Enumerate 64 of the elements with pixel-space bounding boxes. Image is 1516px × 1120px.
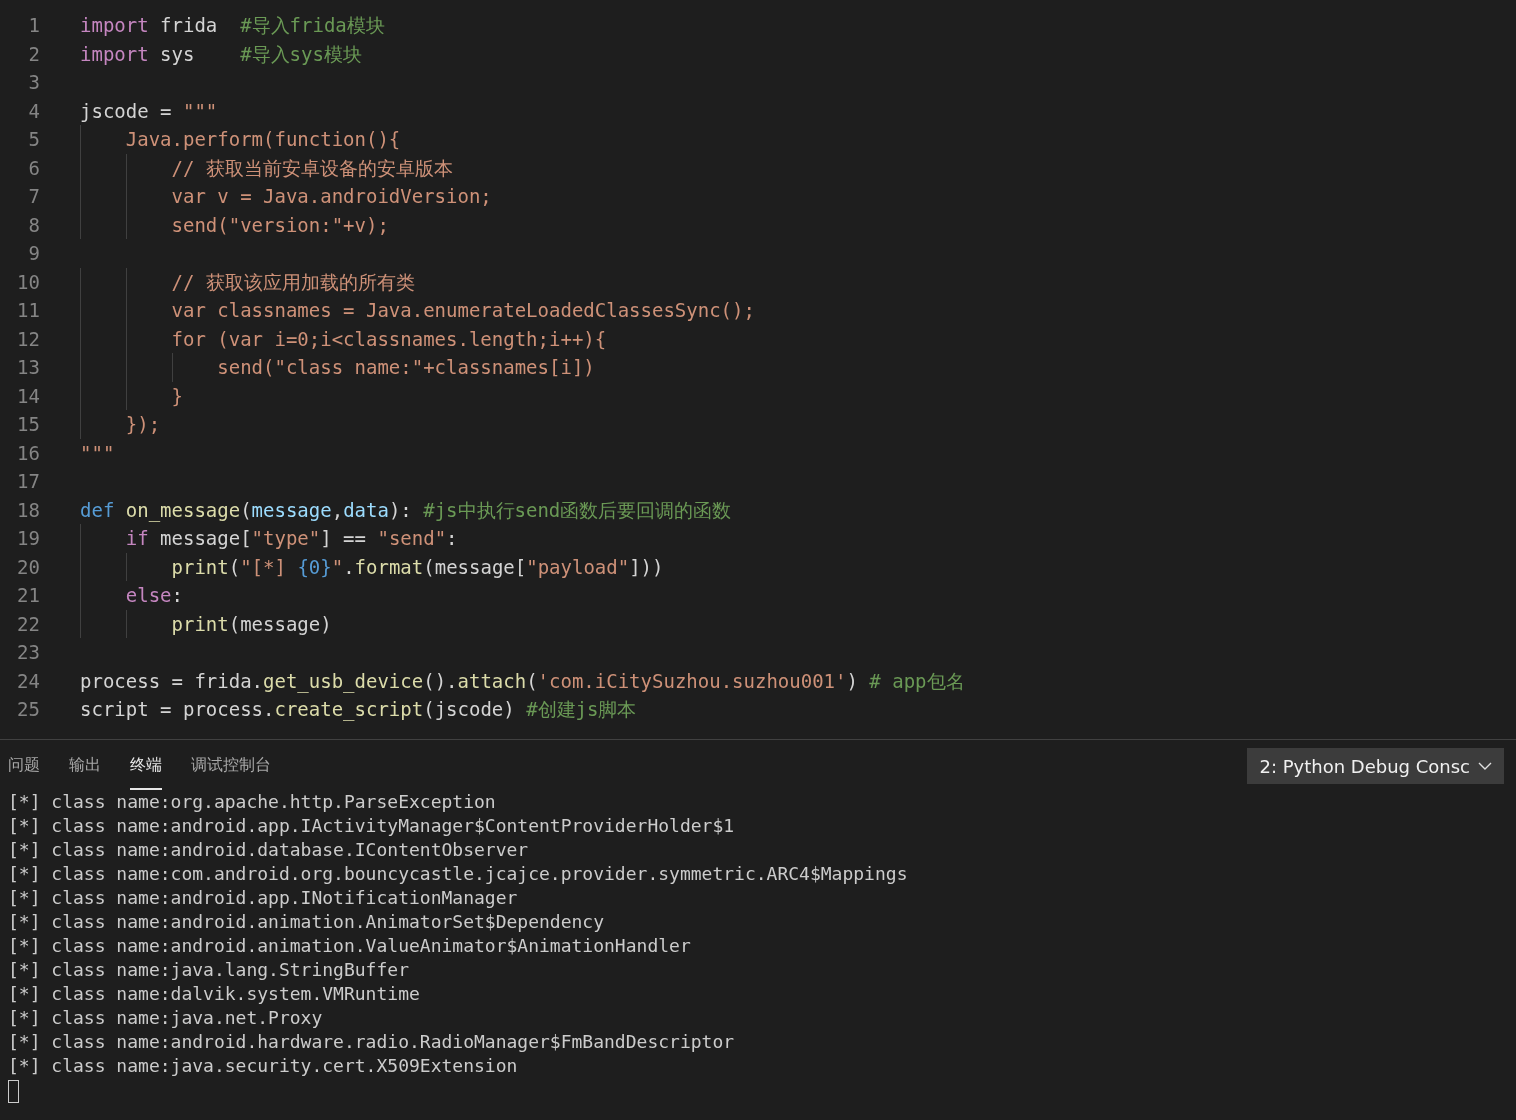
line-number: 13 <box>16 355 40 380</box>
terminal-line: [*] class name:android.app.IActivityManager$ContentProviderHolder$1 <box>8 814 736 838</box>
line-number: 7 <box>27 184 40 209</box>
line-number: 2 <box>27 41 40 67</box>
terminal-line: [*] class name:android.animation.AnimatorSet$Dependency <box>8 910 606 934</box>
code-line: else: <box>80 581 183 610</box>
line-number: 4 <box>27 98 40 124</box>
terminal-line: [*] class name:com.android.org.bouncycastle.jcajce.provider.symmetric.ARC4$Mappings <box>8 862 909 886</box>
code-line: } <box>80 381 183 410</box>
terminal-line: [*] class name:android.database.IContentObserver <box>8 838 530 862</box>
line-number: 20 <box>16 554 40 580</box>
code-line: """ <box>80 440 115 466</box>
chevron-down-icon <box>1478 761 1492 771</box>
line-number: 24 <box>16 668 40 694</box>
code-line: send("version:"+v); <box>80 210 389 239</box>
line-number: 25 <box>16 697 40 722</box>
line-number: 16 <box>16 440 40 466</box>
terminal-dropdown[interactable]: 2: Python Debug Consc <box>1247 748 1504 784</box>
code-line: if message["type"] == "send": <box>80 524 458 553</box>
code-line: script = process.create_script(jscode) #创建js脚本 <box>80 697 637 723</box>
code-line: def on_message(message,data): #js中执行send函数后要回调的函数 <box>80 497 732 524</box>
code-line: print(message) <box>80 609 332 638</box>
line-number: 14 <box>16 383 40 409</box>
code-line: var v = Java.androidVersion; <box>80 182 492 211</box>
terminal-line: [*] class name:android.app.INotificationManager <box>8 886 519 910</box>
code-line: jscode = """ <box>80 98 218 124</box>
line-number: 22 <box>16 611 40 637</box>
code-line: send("class name:"+classnames[i]) <box>80 353 595 382</box>
line-number: 1 <box>27 13 40 38</box>
line-number: 5 <box>27 127 40 152</box>
code-line: // 获取当前安卓设备的安卓版本 <box>80 153 453 182</box>
line-number: 8 <box>27 212 40 238</box>
terminal-line: [*] class name:java.security.cert.X509Extension <box>8 1054 519 1078</box>
code-line: print("[*] {0}".format(message["payload"])) <box>80 552 664 581</box>
line-number: 19 <box>16 526 40 551</box>
code-line: Java.perform(function(){ <box>80 125 401 154</box>
terminal-line: [*] class name:java.lang.StringBuffer <box>8 958 410 982</box>
terminal-line: [*] class name:android.animation.ValueAnimator$AnimationHandler <box>8 934 692 958</box>
code-line: import frida #导入frida模块 <box>80 13 385 38</box>
line-number: 10 <box>16 269 40 295</box>
terminal-line: [*] class name:java.net.Proxy <box>8 1006 324 1030</box>
code-line: var classnames = Java.enumerateLoadedClassesSync(); <box>80 296 755 325</box>
panel-tab[interactable]: 输出 <box>69 740 101 790</box>
code-line: import sys #导入sys模块 <box>80 41 362 67</box>
line-number: 23 <box>16 640 40 665</box>
line-number: 18 <box>16 497 40 523</box>
code-line: process = frida.get_usb_device().attach('com.iCitySuzhou.suzhou001') # app包名 <box>80 668 965 695</box>
code-line: }); <box>80 410 161 439</box>
line-number: 12 <box>16 326 40 352</box>
terminal-line: [*] class name:android.hardware.radio.RadioManager$FmBandDescriptor <box>8 1030 736 1054</box>
terminal-line: [*] class name:org.apache.http.ParseException <box>8 790 497 814</box>
line-number: 21 <box>16 583 40 608</box>
code-line: for (var i=0;i<classnames.length;i++){ <box>80 324 607 353</box>
terminal-line: [*] class name:dalvik.system.VMRuntime <box>8 982 421 1006</box>
line-number: 11 <box>16 298 40 323</box>
code-line: // 获取该应用加载的所有类 <box>80 267 415 296</box>
line-number: 6 <box>27 155 40 181</box>
line-number: 9 <box>27 241 40 266</box>
line-number: 3 <box>27 70 40 95</box>
line-number: 15 <box>16 412 40 437</box>
line-number: 17 <box>16 469 40 494</box>
panel-tab[interactable]: 终端 <box>130 740 162 790</box>
panel-tab[interactable]: 调试控制台 <box>191 740 271 790</box>
panel-tab[interactable]: 问题 <box>8 740 40 790</box>
